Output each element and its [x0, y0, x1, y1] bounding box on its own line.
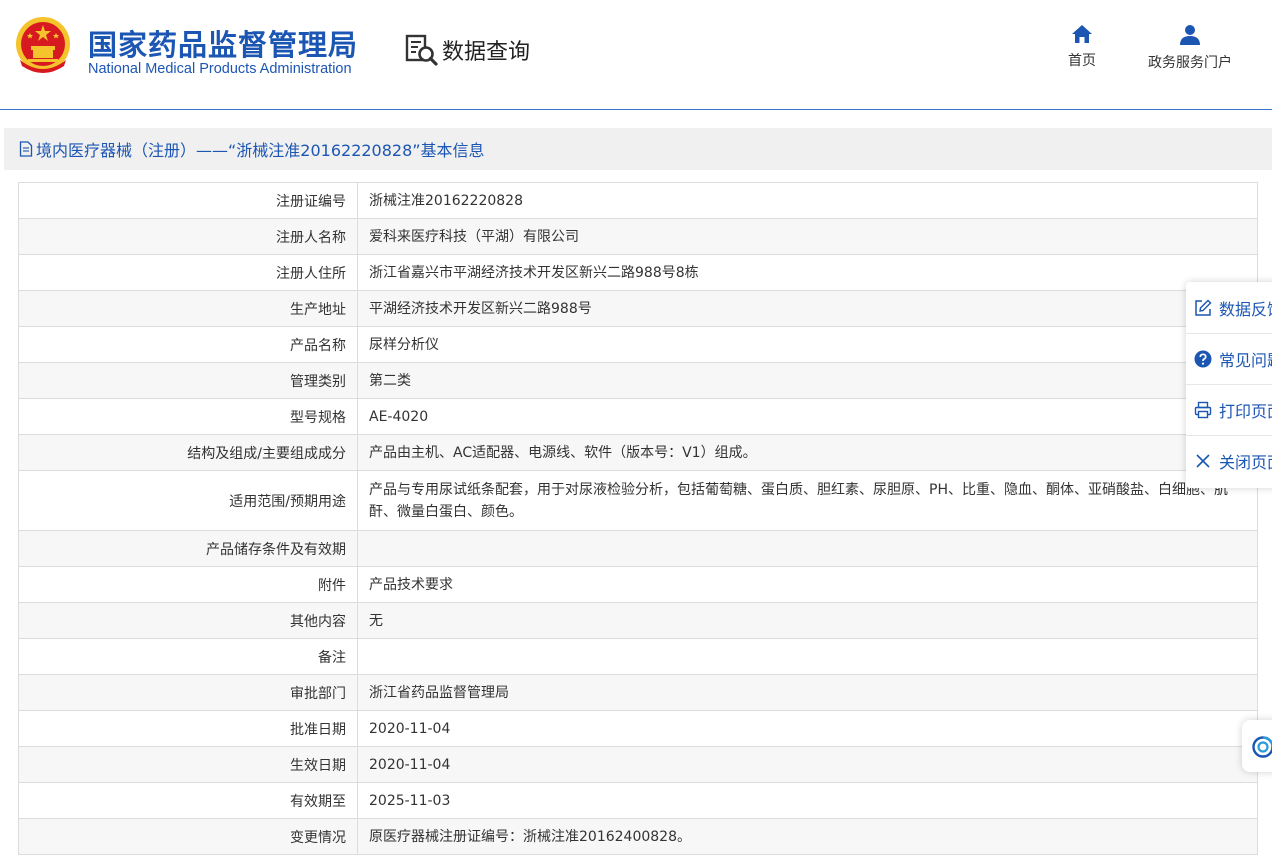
- side-item-label: 数据反馈: [1219, 299, 1272, 319]
- field-value: 浙江省药品监督管理局: [357, 674, 1258, 711]
- table-row: 附件 产品技术要求: [18, 566, 1258, 603]
- table-row: 生效日期 2020-11-04: [18, 746, 1258, 783]
- edit-icon: [1195, 299, 1212, 316]
- side-item-close[interactable]: 关闭页面: [1186, 435, 1272, 486]
- print-icon: [1194, 401, 1212, 419]
- field-value: 爱科来医疗科技（平湖）有限公司: [357, 218, 1258, 255]
- assistant-icon: [1252, 736, 1272, 758]
- table-row: 管理类别 第二类: [18, 362, 1258, 399]
- agency-name-cn: 国家药品监督管理局: [88, 28, 359, 62]
- field-label: 型号规格: [18, 398, 358, 435]
- nav-home[interactable]: 首页: [1060, 24, 1104, 70]
- field-value: 产品与专用尿试纸条配套，用于对尿液检验分析，包括葡萄糖、蛋白质、胆红素、尿胆原、…: [357, 470, 1258, 531]
- field-value: AE-4020: [357, 398, 1258, 435]
- field-value: 原医疗器械注册证编号：浙械注准20162400828。: [357, 818, 1258, 855]
- side-item-faq[interactable]: 常见问题: [1186, 333, 1272, 384]
- field-label: 批准日期: [18, 710, 358, 747]
- site-header: 国家药品监督管理局 National Medical Products Admi…: [0, 0, 1272, 110]
- field-value: [357, 530, 1258, 567]
- field-value: 产品由主机、AC适配器、电源线、软件（版本号：V1）组成。: [357, 434, 1258, 471]
- document-search-icon: [405, 34, 438, 66]
- field-label: 适用范围/预期用途: [18, 470, 358, 531]
- question-icon: [1194, 350, 1212, 368]
- section-title-bar: 境内医疗器械（注册）——“浙械注准20162220828”基本信息: [4, 128, 1272, 170]
- field-label: 生效日期: [18, 746, 358, 783]
- field-value: 2020-11-04: [357, 746, 1258, 783]
- table-row: 有效期至 2025-11-03: [18, 782, 1258, 819]
- field-label: 附件: [18, 566, 358, 603]
- side-item-label: 关闭页面: [1219, 453, 1272, 472]
- field-label: 结构及组成/主要组成成分: [18, 434, 358, 471]
- nav-service-portal-label: 政务服务门户: [1148, 55, 1232, 71]
- table-row: 备注: [18, 638, 1258, 675]
- side-item-label: 常见问题: [1219, 351, 1272, 370]
- field-label: 审批部门: [18, 674, 358, 711]
- home-icon: [1072, 25, 1092, 43]
- floating-side-panel: 数据反馈 常见问题 打印页面 关闭页面: [1186, 282, 1272, 488]
- nav-service-portal[interactable]: 政务服务门户: [1140, 24, 1240, 72]
- field-value: 第二类: [357, 362, 1258, 399]
- table-row: 结构及组成/主要组成成分 产品由主机、AC适配器、电源线、软件（版本号：V1）组…: [18, 434, 1258, 471]
- agency-name-en: National Medical Products Administration: [88, 61, 352, 77]
- table-row: 批准日期 2020-11-04: [18, 710, 1258, 747]
- field-value: 平湖经济技术开发区新兴二路988号: [357, 290, 1258, 327]
- table-row: 审批部门 浙江省药品监督管理局: [18, 674, 1258, 711]
- field-label: 生产地址: [18, 290, 358, 327]
- floating-assistant-button[interactable]: [1242, 720, 1272, 772]
- section-title: 境内医疗器械（注册）——“浙械注准20162220828”基本信息: [36, 141, 485, 160]
- national-emblem-icon: [16, 17, 70, 73]
- field-value: 2020-11-04: [357, 710, 1258, 747]
- close-icon: [1196, 454, 1210, 468]
- table-row: 型号规格 AE-4020: [18, 398, 1258, 435]
- table-row: 生产地址 平湖经济技术开发区新兴二路988号: [18, 290, 1258, 327]
- side-item-feedback[interactable]: 数据反馈: [1186, 282, 1272, 333]
- table-row: 注册人名称 爱科来医疗科技（平湖）有限公司: [18, 218, 1258, 255]
- field-label: 产品储存条件及有效期: [18, 530, 358, 567]
- field-value: [357, 638, 1258, 675]
- table-row: 注册证编号 浙械注准20162220828: [18, 182, 1258, 219]
- data-query-title: 数据查询: [404, 30, 530, 70]
- field-value: 尿样分析仪: [357, 326, 1258, 363]
- field-value: 产品技术要求: [357, 566, 1258, 603]
- table-row: 注册人住所 浙江省嘉兴市平湖经济技术开发区新兴二路988号8栋: [18, 254, 1258, 291]
- registration-info-table: 注册证编号 浙械注准20162220828 注册人名称 爱科来医疗科技（平湖）有…: [18, 182, 1258, 855]
- document-icon: [19, 141, 33, 157]
- field-label: 产品名称: [18, 326, 358, 363]
- field-label: 备注: [18, 638, 358, 675]
- field-value: 无: [357, 602, 1258, 639]
- field-label: 其他内容: [18, 602, 358, 639]
- field-label: 注册人名称: [18, 218, 358, 255]
- field-label: 有效期至: [18, 782, 358, 819]
- field-label: 变更情况: [18, 818, 358, 855]
- table-row: 产品储存条件及有效期: [18, 530, 1258, 567]
- field-value: 浙械注准20162220828: [357, 182, 1258, 219]
- field-value: 浙江省嘉兴市平湖经济技术开发区新兴二路988号8栋: [357, 254, 1258, 291]
- field-label: 注册证编号: [18, 182, 358, 219]
- table-row: 变更情况 原医疗器械注册证编号：浙械注准20162400828。: [18, 818, 1258, 855]
- table-row: 适用范围/预期用途 产品与专用尿试纸条配套，用于对尿液检验分析，包括葡萄糖、蛋白…: [18, 470, 1258, 531]
- data-query-label: 数据查询: [442, 40, 531, 65]
- field-label: 管理类别: [18, 362, 358, 399]
- nav-home-label: 首页: [1068, 53, 1096, 69]
- field-value: 2025-11-03: [357, 782, 1258, 819]
- side-item-label: 打印页面: [1219, 402, 1272, 421]
- table-row: 产品名称 尿样分析仪: [18, 326, 1258, 363]
- side-item-print[interactable]: 打印页面: [1186, 384, 1272, 435]
- user-icon: [1180, 25, 1200, 45]
- field-label: 注册人住所: [18, 254, 358, 291]
- table-row: 其他内容 无: [18, 602, 1258, 639]
